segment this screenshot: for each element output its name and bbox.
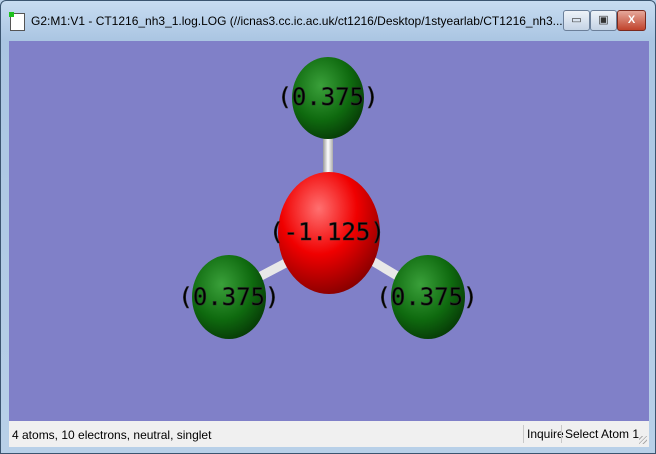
application-window: G2:M1:V1 - CT1216_nh3_1.log.LOG (//icnas…	[0, 0, 656, 454]
charge-label-h-top: (0.375)	[277, 83, 378, 111]
document-icon	[9, 12, 25, 31]
close-button[interactable]: X	[617, 10, 646, 31]
minimize-button[interactable]: ▭	[563, 10, 590, 31]
charge-label-h-left: (0.375)	[178, 283, 279, 311]
molecule-viewport[interactable]: (0.375) (-1.125) (0.375) (0.375)	[9, 41, 649, 421]
status-bar: 4 atoms, 10 electrons, neutral, singlet …	[9, 421, 649, 447]
window-title: G2:M1:V1 - CT1216_nh3_1.log.LOG (//icnas…	[31, 14, 563, 28]
charge-label-n: (-1.125)	[269, 218, 385, 246]
charge-label-h-right: (0.375)	[376, 283, 477, 311]
molecule-info: 4 atoms, 10 electrons, neutral, singlet	[12, 428, 212, 442]
title-bar[interactable]: G2:M1:V1 - CT1216_nh3_1.log.LOG (//icnas…	[1, 1, 655, 39]
action-indicator: Select Atom 1	[561, 425, 639, 443]
resize-grip[interactable]	[639, 436, 647, 444]
maximize-button[interactable]: ▣	[590, 10, 617, 31]
mode-indicator: Inquire	[523, 425, 564, 443]
